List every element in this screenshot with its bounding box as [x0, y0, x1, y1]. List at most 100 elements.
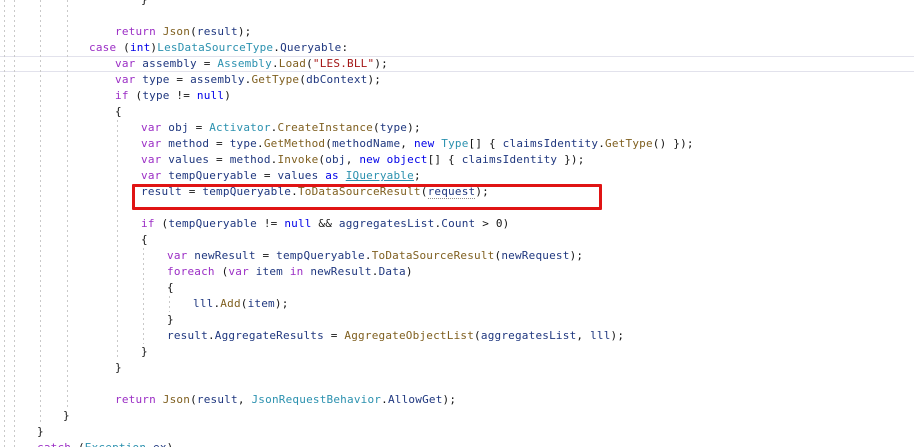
code-token: () }); [652, 137, 694, 150]
code-token: type [229, 137, 257, 150]
code-token: ); [610, 329, 625, 342]
code-token: aggregatesList [338, 217, 435, 230]
code-token: { [115, 105, 122, 118]
code-token: ); [442, 393, 457, 406]
code-line[interactable]: if (tempQueryable != null && aggregatesL… [141, 216, 510, 232]
code-token: ( [214, 265, 229, 278]
code-token: type [142, 73, 170, 86]
code-token: } [141, 345, 148, 358]
code-line[interactable]: { [167, 280, 174, 296]
code-line[interactable]: } [141, 0, 148, 8]
code-token: = [169, 73, 191, 86]
code-line[interactable]: { [115, 104, 122, 120]
code-token: ) [224, 89, 232, 102]
code-token: lll [193, 297, 214, 310]
code-token: GetType [251, 73, 300, 86]
code-line[interactable]: var newResult = tempQueryable.ToDataSour… [167, 248, 583, 264]
code-token: item [255, 265, 284, 278]
code-token: var [141, 121, 162, 134]
code-line[interactable]: result.AggregateResults = AggregateObjec… [167, 328, 624, 344]
code-line[interactable]: lll.Add(item); [193, 296, 289, 312]
code-line[interactable]: } [37, 424, 44, 440]
code-token: GetType [605, 137, 653, 150]
code-line[interactable]: } [115, 360, 122, 376]
code-token: ); [367, 73, 382, 86]
code-token: JsonRequestBehavior [251, 393, 382, 406]
code-token: ex [153, 441, 167, 447]
code-token: } [63, 409, 70, 422]
code-token: ( [240, 297, 248, 310]
code-token: && [311, 217, 339, 230]
code-token: new [413, 137, 435, 150]
code-token: { [141, 233, 148, 246]
code-line[interactable]: } [167, 312, 174, 328]
code-token: new [359, 153, 380, 166]
code-token: }); [557, 153, 585, 166]
code-line[interactable]: return Json(result); [115, 24, 251, 40]
code-token: return [115, 25, 156, 38]
code-token: in [289, 265, 304, 278]
code-line[interactable]: result = tempQueryable.ToDataSourceResul… [141, 184, 489, 200]
code-token: } [167, 313, 174, 326]
code-line[interactable]: var obj = Activator.CreateInstance(type)… [141, 120, 421, 136]
code-line[interactable]: foreach (var item in newResult.Data) [167, 264, 413, 280]
code-line[interactable]: } [63, 408, 70, 424]
code-token: = [257, 169, 278, 182]
code-line[interactable]: var tempQueryable = values as IQueryable… [141, 168, 421, 184]
code-token: ( [306, 57, 313, 70]
code-token: } [37, 425, 44, 438]
code-token: result [167, 329, 208, 342]
code-token: . [598, 137, 606, 150]
code-editor[interactable]: }return Json(result);case (int)LesDataSo… [0, 0, 914, 447]
code-line[interactable]: var values = method.Invoke(obj, new obje… [141, 152, 585, 168]
code-token: } [141, 0, 148, 6]
code-token: assembly [142, 57, 197, 70]
code-token: AllowGet [387, 393, 443, 406]
code-line[interactable]: var assembly = Assembly.Load("LES.BLL"); [115, 56, 388, 72]
code-token: ); [475, 185, 489, 198]
code-token: { [167, 281, 174, 294]
code-token: Exception [85, 441, 146, 447]
code-line[interactable]: case (int)LesDataSourceType.Queryable: [89, 40, 348, 56]
code-token: case [89, 41, 117, 54]
code-token: CreateInstance [277, 121, 373, 134]
code-line[interactable]: { [141, 232, 148, 248]
code-token: null [196, 89, 225, 102]
code-line[interactable]: var method = type.GetMethod(methodName, … [141, 136, 694, 152]
code-token: ( [71, 441, 85, 447]
code-token: values [277, 169, 319, 182]
code-area[interactable]: }return Json(result);case (int)LesDataSo… [0, 0, 914, 447]
code-token: != [169, 89, 197, 102]
code-token: : [341, 41, 349, 54]
code-token: = [209, 137, 230, 150]
code-token: newResult [194, 249, 256, 262]
code-line[interactable]: } [141, 344, 148, 360]
code-token: > 0) [475, 217, 510, 230]
code-token: claimsIdentity [461, 153, 558, 166]
code-token: var [141, 169, 162, 182]
code-token: var [167, 249, 188, 262]
code-token: Json [162, 25, 191, 38]
code-token: var [141, 137, 162, 150]
code-token: Count [441, 217, 476, 230]
code-token: . [271, 57, 279, 70]
code-token: Add [220, 297, 241, 310]
code-token: Type [441, 137, 469, 150]
code-token: [] { [427, 153, 462, 166]
code-token: , [576, 329, 591, 342]
code-token: Data [378, 265, 406, 278]
code-line[interactable]: var type = assembly.GetType(dbContext); [115, 72, 381, 88]
code-token: tempQueryable [168, 169, 257, 182]
code-token: method [168, 137, 210, 150]
code-token: ); [374, 57, 388, 70]
code-token: ( [128, 89, 143, 102]
code-line[interactable]: return Json(result, JsonRequestBehavior.… [115, 392, 456, 408]
code-token: aggregatesList [480, 329, 577, 342]
code-line[interactable]: catch (Exception ex) [37, 440, 174, 447]
code-line[interactable]: if (type != null) [115, 88, 231, 104]
code-token: ( [190, 393, 197, 406]
code-token: = [196, 57, 218, 70]
code-token: var [141, 153, 162, 166]
